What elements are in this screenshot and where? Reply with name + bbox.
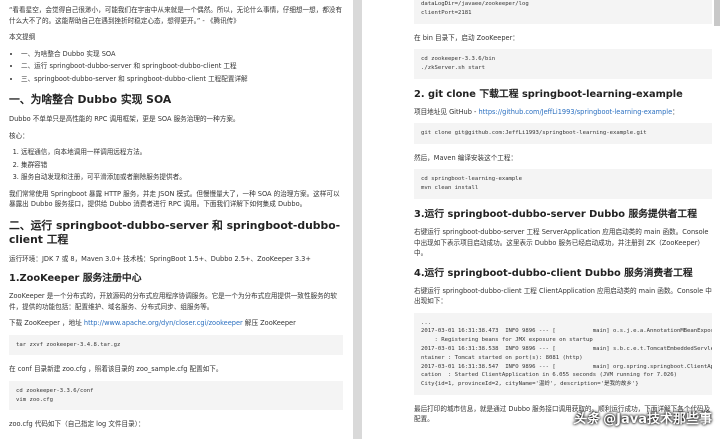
github-paragraph: 项目地址见 GitHub - https://github.com/JeffLi… — [414, 107, 712, 118]
paragraph: 右键运行 springboot-dubbo-client 工程 ClientAp… — [414, 286, 712, 306]
code-block: git clone git@github.com:JeffLi1993/spri… — [414, 123, 712, 144]
subsection-heading: 2. git clone 下载工程 springboot-learning-ex… — [414, 88, 683, 100]
github-repo-link[interactable]: https://github.com/JeffLi1993/springboot… — [479, 108, 673, 116]
core-item: 服务自动发现和注册，可平滑添加或者删除服务提供者。 — [21, 172, 343, 183]
code-block: cd springboot-learning-example mvn clean… — [414, 169, 712, 200]
runtime-environment: 运行环境：JDK 7 或 8，Maven 3.0+ 技术栈：SpringBoot… — [9, 254, 311, 263]
toutiao-logo: 头条 — [573, 412, 600, 427]
right-document-page: dataLogDir=/javaee/zookeeper/log clientP… — [362, 0, 720, 439]
section-heading: 二、运行 springboot-dubbo-server 和 springboo… — [9, 218, 341, 246]
paragraph: zoo.cfg 代码如下（自己指定 log 文件目录）： — [9, 420, 145, 429]
download-suffix: 解压 ZooKeeper — [242, 319, 296, 327]
watermark: 头条 @Java技术那些事 — [573, 408, 712, 427]
core-label: 核心： — [9, 131, 29, 140]
subsection-heading: 3.运行 springboot-dubbo-server Dubbo 服务提供者… — [414, 209, 698, 221]
paragraph: 在 conf 目录新建 zoo.cfg ，照着该目录的 zoo_sample.c… — [9, 365, 223, 374]
code-block: cd zookeeper-3.3.6/bin ./zkServer.sh sta… — [414, 49, 712, 79]
intro-quote: “看看星空，会觉得自己很渺小，可能我们在宇宙中从来就是一个偶然。所以，无论什么事… — [9, 6, 343, 25]
outline-item[interactable]: 一、为啥整合 Dubbo 实现 SOA — [21, 49, 343, 60]
subsection-heading: 4.运行 springboot-dubbo-client Dubbo 服务消费者… — [414, 267, 693, 279]
download-prefix: 下载 ZooKeeper ，地址 — [9, 319, 84, 327]
section-heading: 一、为啥整合 Dubbo 实现 SOA — [9, 93, 172, 106]
paragraph: 在 bin 目录下，启动 ZooKeeper： — [414, 33, 519, 42]
code-block: dataLogDir=/javaee/zookeeper/log clientP… — [414, 0, 712, 24]
paragraph: 我们常常使用 Springboot 暴露 HTTP 服务，并走 JSON 模式。… — [9, 189, 340, 209]
outline-list: 一、为啥整合 Dubbo 实现 SOA 二、运行 springboot-dubb… — [21, 49, 343, 85]
console-output-block: ... 2017-03-01 16:31:38.473 INFO 9896 --… — [414, 312, 712, 395]
zookeeper-download-link[interactable]: http://www.apache.org/dyn/closer.cgi/zoo… — [84, 319, 243, 327]
left-document-page: “看看星空，会觉得自己很渺小，可能我们在宇宙中从来就是一个偶然。所以，无论什么事… — [0, 0, 353, 439]
core-item: 远程通信，向本地调用一样调用远程方法。 — [21, 147, 343, 158]
paragraph: 然后，Maven 编译安装这个工程： — [414, 153, 518, 162]
core-list: 远程通信，向本地调用一样调用远程方法。 集群容错 服务自动发现和注册，可平滑添加… — [21, 147, 343, 183]
download-paragraph: 下载 ZooKeeper ，地址 http://www.apache.org/d… — [9, 318, 343, 329]
paragraph: Dubbo 不单单只是高性能的 RPC 调用框架，更是 SOA 服务治理的一种方… — [9, 115, 240, 123]
paragraph: ZooKeeper 是一个分布式的，开放源码的分布式应用程序协调服务。它是一个为… — [9, 292, 337, 311]
core-item: 集群容错 — [21, 160, 343, 171]
code-block: tar zxvf zookeeper-3.4.8.tar.gz — [9, 334, 343, 356]
code-block: cd zookeeper-3.3.6/conf vim zoo.cfg — [9, 380, 343, 411]
paragraph: 右键运行 springboot-dubbo-server 工程 ServerAp… — [414, 228, 709, 258]
outline-label: 本文提纲 — [9, 33, 36, 41]
watermark-text: @Java技术那些事 — [603, 412, 712, 427]
subsection-heading: 1.ZooKeeper 服务注册中心 — [9, 273, 142, 284]
github-suffix: ： — [672, 107, 679, 116]
scrollbar-thumb[interactable] — [714, 0, 720, 26]
github-prefix: 项目地址见 GitHub - — [414, 107, 479, 116]
outline-item[interactable]: 二、运行 springboot-dubbo-server 和 springboo… — [21, 61, 343, 72]
outline-item[interactable]: 三、springboot-dubbo-server 和 springboot-d… — [21, 74, 343, 85]
